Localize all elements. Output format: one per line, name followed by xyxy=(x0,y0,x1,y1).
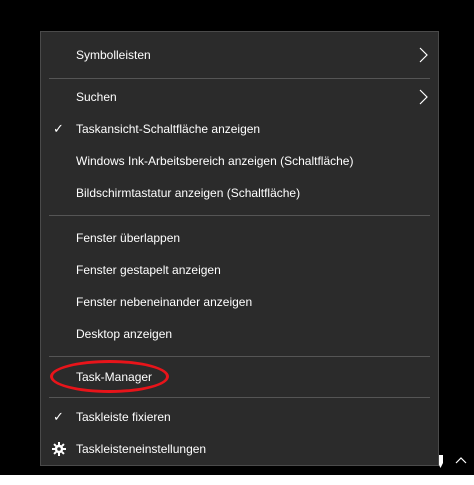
gear-icon xyxy=(52,442,66,456)
menu-item-label: Fenster nebeneinander anzeigen xyxy=(76,295,253,309)
menu-item-task-view[interactable]: ✓ Taskansicht-Schaltfläche anzeigen xyxy=(41,114,438,144)
menu-item-label: Fenster überlappen xyxy=(76,231,181,245)
menu-item-task-manager[interactable]: Task-Manager xyxy=(41,362,438,392)
menu-item-label: Suchen xyxy=(76,90,117,104)
menu-separator xyxy=(49,397,430,398)
menu-separator xyxy=(49,78,430,79)
menu-item-label: Task-Manager xyxy=(76,370,153,384)
menu-item-show-desktop[interactable]: Desktop anzeigen xyxy=(41,319,438,349)
menu-item-ink-workspace[interactable]: Windows Ink-Arbeitsbereich anzeigen (Sch… xyxy=(41,146,438,176)
menu-separator xyxy=(49,356,430,357)
screen: Symbolleisten Suchen ✓ Taskansicht-Schal… xyxy=(0,0,474,485)
menu-item-label: Symbolleisten xyxy=(76,48,151,62)
menu-item-label: Taskleisteneinstellungen xyxy=(76,442,207,456)
menu-item-label: Windows Ink-Arbeitsbereich anzeigen (Sch… xyxy=(76,154,354,168)
menu-item-side-by-side[interactable]: Fenster nebeneinander anzeigen xyxy=(41,287,438,317)
taskbar-context-menu: Symbolleisten Suchen ✓ Taskansicht-Schal… xyxy=(40,31,439,466)
menu-item-stacked[interactable]: Fenster gestapelt anzeigen xyxy=(41,255,438,285)
chevron-right-icon xyxy=(419,89,428,105)
menu-item-label: Desktop anzeigen xyxy=(76,327,173,341)
chevron-up-icon[interactable] xyxy=(455,455,467,470)
menu-item-touch-keyboard[interactable]: Bildschirmtastatur anzeigen (Schaltfläch… xyxy=(41,178,438,208)
menu-item-cascade[interactable]: Fenster überlappen xyxy=(41,223,438,253)
menu-item-label: Taskleiste fixieren xyxy=(76,410,171,424)
check-icon: ✓ xyxy=(53,409,64,424)
check-icon: ✓ xyxy=(53,121,64,136)
menu-separator xyxy=(49,215,430,216)
menu-item-label: Taskansicht-Schaltfläche anzeigen xyxy=(76,122,261,136)
menu-item-lock-taskbar[interactable]: ✓ Taskleiste fixieren xyxy=(41,402,438,432)
menu-item-label: Fenster gestapelt anzeigen xyxy=(76,263,221,277)
menu-item-taskbar-settings[interactable]: Taskleisteneinstellungen xyxy=(41,434,438,464)
menu-item-label: Bildschirmtastatur anzeigen (Schaltfläch… xyxy=(76,186,301,200)
chevron-right-icon xyxy=(419,47,428,63)
menu-item-search[interactable]: Suchen xyxy=(41,82,438,112)
menu-item-toolbars[interactable]: Symbolleisten xyxy=(41,40,438,70)
